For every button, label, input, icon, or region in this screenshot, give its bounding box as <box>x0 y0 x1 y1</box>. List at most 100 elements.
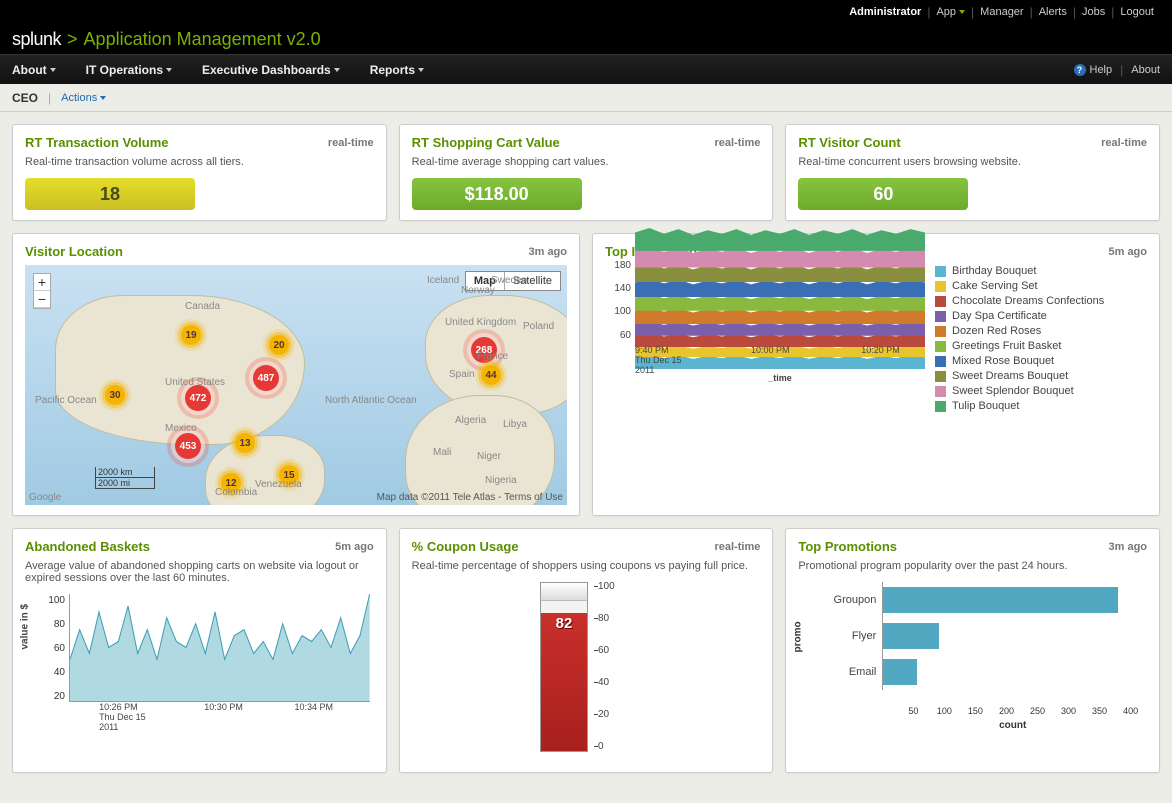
map-region-label: Niger <box>477 451 501 462</box>
panel-time: 3m ago <box>528 246 567 258</box>
hbar-label: Flyer <box>826 630 882 642</box>
hbar-label: Email <box>826 666 882 678</box>
legend-item[interactable]: Mixed Rose Bouquet <box>935 355 1104 367</box>
alerts-link[interactable]: Alerts <box>1033 6 1073 18</box>
map-region-label: Nigeria <box>485 475 517 486</box>
stacked-area-chart: 60100140180 9:40 PM Thu Dec 15 2011 10:0… <box>605 265 925 385</box>
panel-desc: Real-time transaction volume across all … <box>25 156 374 168</box>
dashboard-titlebar: CEO | Actions <box>0 84 1172 112</box>
menu-about[interactable]: About <box>12 63 68 77</box>
panel-abandoned-baskets: Abandoned Baskets5m ago Average value of… <box>12 528 387 773</box>
menu-reports[interactable]: Reports <box>370 63 436 77</box>
legend-item[interactable]: Dozen Red Roses <box>935 325 1104 337</box>
map-region-label: Mexico <box>165 423 197 434</box>
map-region-label: United States <box>165 377 225 388</box>
map-attrib-right[interactable]: Map data ©2011 Tele Atlas - Terms of Use <box>377 492 563 503</box>
zoom-out-button[interactable]: − <box>34 291 50 308</box>
chevron-down-icon <box>100 96 106 100</box>
map-region-label: Libya <box>503 419 527 430</box>
legend-swatch <box>935 311 946 322</box>
app-menubar: About IT Operations Executive Dashboards… <box>0 54 1172 84</box>
panel-time: 5m ago <box>335 541 374 553</box>
splunk-logo: splunk <box>12 29 61 50</box>
map-marker[interactable]: 487 <box>253 365 279 391</box>
chevron-down-icon <box>50 68 56 72</box>
map-region-label: Venezuela <box>255 479 302 490</box>
map-region-label: France <box>477 351 508 362</box>
menu-it-operations[interactable]: IT Operations <box>86 63 184 77</box>
legend-swatch <box>935 281 946 292</box>
map-marker[interactable]: 30 <box>105 385 125 405</box>
panel-title: Abandoned Baskets <box>25 539 335 554</box>
chevron-down-icon <box>959 10 965 14</box>
legend-item[interactable]: Greetings Fruit Basket <box>935 340 1104 352</box>
manager-link[interactable]: Manager <box>974 6 1029 18</box>
panel-visitor-location: Visitor Location3m ago + − Map Satellite… <box>12 233 580 516</box>
map-scale: 2000 km 2000 mi <box>95 467 155 489</box>
panel-desc: Real-time concurrent users browsing webs… <box>798 156 1147 168</box>
panel-desc: Average value of abandoned shopping cart… <box>25 560 374 584</box>
map-marker[interactable]: 44 <box>481 365 501 385</box>
map-zoom-controls: + − <box>33 273 51 309</box>
legend-item[interactable]: Sweet Splendor Bouquet <box>935 385 1104 397</box>
panel-rt-visitor-count: RT Visitor Countreal-time Real-time conc… <box>785 124 1160 221</box>
map-region-label: Colombia <box>215 487 257 498</box>
map-marker[interactable]: 19 <box>181 325 201 345</box>
legend-item[interactable]: Cake Serving Set <box>935 280 1104 292</box>
hbar-label: Groupon <box>826 594 882 606</box>
legend-item[interactable]: Birthday Bouquet <box>935 265 1104 277</box>
global-topbar: Administrator | App | Manager | Alerts |… <box>0 0 1172 24</box>
chart-legend: Birthday Bouquet Cake Serving Set Chocolat… <box>935 265 1104 412</box>
user-link[interactable]: Administrator <box>843 6 927 18</box>
legend-item[interactable]: Tulip Bouquet <box>935 400 1104 412</box>
map-region-label: North Atlantic Ocean <box>325 395 417 406</box>
menu-exec-dashboards[interactable]: Executive Dashboards <box>202 63 352 77</box>
panel-time: 3m ago <box>1109 541 1148 553</box>
kpi-value: 60 <box>798 178 968 210</box>
legend-item[interactable]: Day Spa Certificate <box>935 310 1104 322</box>
map-region-label: Algeria <box>455 415 486 426</box>
line-chart: value in $ 20406080100 10:26 PM Thu Dec … <box>25 594 374 734</box>
jobs-link[interactable]: Jobs <box>1076 6 1111 18</box>
panel-desc: Real-time percentage of shoppers using c… <box>412 560 761 572</box>
panel-title: Visitor Location <box>25 244 528 259</box>
map-marker[interactable]: 13 <box>235 433 255 453</box>
legend-swatch <box>935 356 946 367</box>
legend-swatch <box>935 371 946 382</box>
hbar-chart: promo GrouponFlyerEmail count50100150200… <box>798 582 1147 732</box>
map-region-label: Norway <box>461 285 495 296</box>
panel-time: real-time <box>328 137 374 149</box>
map-marker[interactable]: 472 <box>185 385 211 411</box>
actions-menu[interactable]: Actions <box>61 92 106 104</box>
legend-swatch <box>935 386 946 397</box>
panel-time: 5m ago <box>1108 246 1147 258</box>
legend-swatch <box>935 341 946 352</box>
brand-separator: > <box>67 29 78 50</box>
kpi-value: 18 <box>25 178 195 210</box>
map-region-label: Mali <box>433 447 451 458</box>
legend-item[interactable]: Chocolate Dreams Confections <box>935 295 1104 307</box>
legend-item[interactable]: Sweet Dreams Bouquet <box>935 370 1104 382</box>
map-region-label: United Kingdom <box>445 317 516 328</box>
legend-swatch <box>935 326 946 337</box>
help-link[interactable]: ?Help <box>1074 64 1113 76</box>
map-marker[interactable]: 20 <box>269 335 289 355</box>
gauge-chart: 82 020406080100 <box>412 582 761 762</box>
chevron-down-icon <box>418 68 424 72</box>
map[interactable]: + − Map Satellite 2000 km 2000 mi Google… <box>25 265 567 505</box>
panel-title: RT Shopping Cart Value <box>412 135 715 150</box>
help-icon: ? <box>1074 64 1086 76</box>
map-attrib-left: Google <box>29 492 61 503</box>
about-link[interactable]: About <box>1131 64 1160 76</box>
app-menu[interactable]: App <box>930 6 971 18</box>
brand-bar: splunk > Application Management v2.0 <box>0 24 1172 54</box>
zoom-in-button[interactable]: + <box>34 274 50 291</box>
map-marker[interactable]: 453 <box>175 433 201 459</box>
logout-link[interactable]: Logout <box>1114 6 1160 18</box>
panel-time: real-time <box>714 541 760 553</box>
panel-time: real-time <box>714 137 760 149</box>
chevron-down-icon <box>166 68 172 72</box>
panel-coupon-usage: % Coupon Usagereal-time Real-time percen… <box>399 528 774 773</box>
map-region-label: Canada <box>185 301 220 312</box>
hbar-row: Groupon <box>826 582 1143 618</box>
